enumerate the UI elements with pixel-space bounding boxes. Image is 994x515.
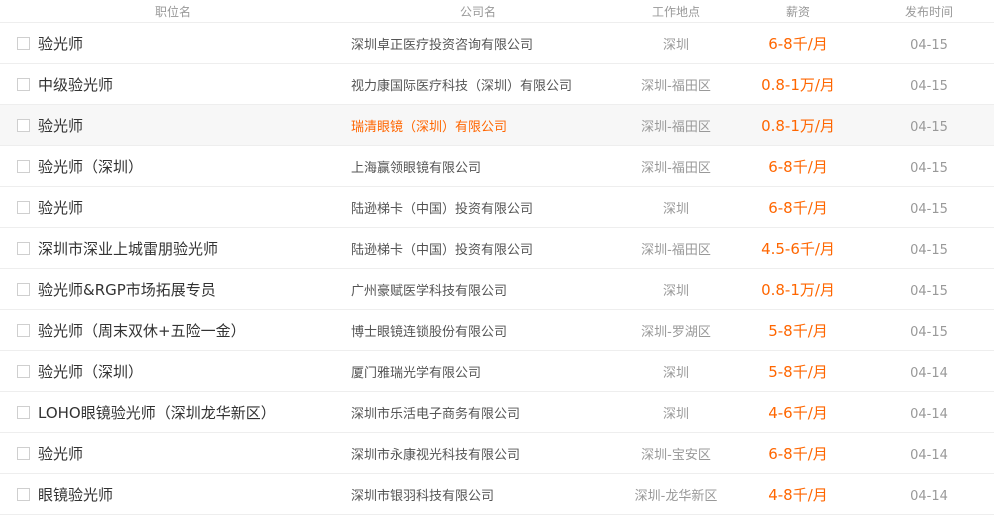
company-link[interactable]: 瑞清眼镜（深圳）有限公司: [345, 120, 507, 135]
table-row[interactable]: 验光师（深圳） 厦门雅瑞光学有限公司 深圳 5-8千/月 04-14: [0, 351, 994, 392]
job-list-table: 职位名 公司名 工作地点 薪资 发布时间 验光师 深圳卓正医疗投资咨询有限公司 …: [0, 0, 994, 515]
post-date: 04-15: [910, 160, 948, 176]
row-checkbox[interactable]: [17, 241, 30, 255]
job-title-link[interactable]: 验光师: [38, 115, 83, 136]
job-title-link[interactable]: 验光师（深圳）: [38, 361, 143, 382]
job-title-link[interactable]: 眼镜验光师: [38, 484, 113, 505]
post-date: 04-14: [910, 365, 948, 381]
job-location: 深圳-宝安区: [641, 447, 711, 463]
job-title-link[interactable]: 验光师&RGP市场拓展专员: [38, 279, 216, 300]
post-date: 04-15: [910, 242, 948, 258]
row-checkbox[interactable]: [17, 200, 30, 214]
job-salary: 0.8-1万/月: [761, 116, 835, 135]
job-title-link[interactable]: 验光师: [38, 33, 83, 54]
post-date: 04-15: [910, 283, 948, 299]
job-location: 深圳: [662, 365, 689, 381]
job-salary: 4.5-6千/月: [761, 239, 835, 258]
company-link[interactable]: 陆逊梯卡（中国）投资有限公司: [345, 202, 533, 217]
job-location: 深圳: [662, 37, 689, 53]
row-checkbox[interactable]: [17, 282, 30, 296]
post-date: 04-15: [910, 119, 948, 135]
table-row-hovered[interactable]: 验光师 瑞清眼镜（深圳）有限公司 深圳-福田区 0.8-1万/月 04-15: [0, 105, 994, 146]
row-checkbox[interactable]: [17, 118, 30, 132]
header-salary: 薪资: [785, 4, 810, 19]
job-title-link[interactable]: 中级验光师: [38, 74, 113, 95]
company-link[interactable]: 博士眼镜连锁股份有限公司: [345, 325, 507, 340]
row-checkbox[interactable]: [17, 405, 30, 419]
table-row[interactable]: LOHO眼镜验光师（深圳龙华新区） 深圳市乐活电子商务有限公司 深圳 4-6千/…: [0, 392, 994, 433]
row-checkbox[interactable]: [17, 446, 30, 460]
job-salary: 4-8千/月: [768, 485, 828, 504]
job-title-link[interactable]: LOHO眼镜验光师（深圳龙华新区）: [38, 402, 276, 423]
row-checkbox[interactable]: [17, 487, 30, 501]
job-title-link[interactable]: 验光师: [38, 443, 83, 464]
header-date: 发布时间: [904, 4, 953, 19]
post-date: 04-15: [910, 37, 948, 53]
row-checkbox[interactable]: [17, 159, 30, 173]
job-salary: 6-8千/月: [768, 444, 828, 463]
post-date: 04-15: [910, 201, 948, 217]
table-row[interactable]: 验光师（周末双休+五险一金） 博士眼镜连锁股份有限公司 深圳-罗湖区 5-8千/…: [0, 310, 994, 351]
post-date: 04-15: [910, 324, 948, 340]
table-row[interactable]: 中级验光师 视力康国际医疗科技（深圳）有限公司 深圳-福田区 0.8-1万/月 …: [0, 64, 994, 105]
job-location: 深圳-龙华新区: [634, 488, 718, 504]
job-title-link[interactable]: 验光师（周末双休+五险一金）: [38, 320, 246, 341]
job-salary: 6-8千/月: [768, 157, 828, 176]
job-location: 深圳: [662, 201, 689, 217]
table-row[interactable]: 验光师（深圳） 上海赢领眼镜有限公司 深圳-福田区 6-8千/月 04-15: [0, 146, 994, 187]
job-location: 深圳-福田区: [641, 78, 711, 94]
job-location: 深圳-福田区: [641, 119, 711, 135]
row-checkbox[interactable]: [17, 36, 30, 50]
table-row[interactable]: 深圳市深业上城雷朋验光师 陆逊梯卡（中国）投资有限公司 深圳-福田区 4.5-6…: [0, 228, 994, 269]
header-position: 职位名: [155, 4, 192, 19]
header-location: 工作地点: [651, 4, 700, 19]
job-salary: 5-8千/月: [768, 321, 828, 340]
job-location: 深圳: [662, 406, 689, 422]
job-location: 深圳-福田区: [641, 242, 711, 258]
row-checkbox[interactable]: [17, 323, 30, 337]
job-location: 深圳-福田区: [641, 160, 711, 176]
company-link[interactable]: 视力康国际医疗科技（深圳）有限公司: [345, 79, 572, 94]
job-salary: 4-6千/月: [768, 403, 828, 422]
table-row[interactable]: 眼镜验光师 深圳市银羽科技有限公司 深圳-龙华新区 4-8千/月 04-14: [0, 474, 994, 515]
company-link[interactable]: 厦门雅瑞光学有限公司: [345, 366, 481, 381]
company-link[interactable]: 广州豪赋医学科技有限公司: [345, 284, 507, 299]
job-title-link[interactable]: 验光师（深圳）: [38, 156, 143, 177]
company-link[interactable]: 深圳市永康视光科技有限公司: [345, 448, 520, 463]
job-salary: 6-8千/月: [768, 34, 828, 53]
job-salary: 0.8-1万/月: [761, 75, 835, 94]
row-checkbox[interactable]: [17, 364, 30, 378]
post-date: 04-14: [910, 406, 948, 422]
job-location: 深圳-罗湖区: [641, 324, 711, 340]
header-company: 公司名: [460, 4, 497, 19]
table-row[interactable]: 验光师 深圳市永康视光科技有限公司 深圳-宝安区 6-8千/月 04-14: [0, 433, 994, 474]
post-date: 04-14: [910, 488, 948, 504]
table-row[interactable]: 验光师&RGP市场拓展专员 广州豪赋医学科技有限公司 深圳 0.8-1万/月 0…: [0, 269, 994, 310]
post-date: 04-14: [910, 447, 948, 463]
table-row[interactable]: 验光师 陆逊梯卡（中国）投资有限公司 深圳 6-8千/月 04-15: [0, 187, 994, 228]
post-date: 04-15: [910, 78, 948, 94]
job-salary: 6-8千/月: [768, 198, 828, 217]
row-checkbox[interactable]: [17, 77, 30, 91]
company-link[interactable]: 上海赢领眼镜有限公司: [345, 161, 481, 176]
company-link[interactable]: 深圳市银羽科技有限公司: [345, 489, 494, 504]
table-header: 职位名 公司名 工作地点 薪资 发布时间: [0, 0, 994, 23]
table-row[interactable]: 验光师 深圳卓正医疗投资咨询有限公司 深圳 6-8千/月 04-15: [0, 23, 994, 64]
job-salary: 5-8千/月: [768, 362, 828, 381]
job-location: 深圳: [662, 283, 689, 299]
company-link[interactable]: 深圳市乐活电子商务有限公司: [345, 407, 520, 422]
company-link[interactable]: 陆逊梯卡（中国）投资有限公司: [345, 243, 533, 258]
job-salary: 0.8-1万/月: [761, 280, 835, 299]
job-title-link[interactable]: 深圳市深业上城雷朋验光师: [38, 238, 218, 259]
company-link[interactable]: 深圳卓正医疗投资咨询有限公司: [345, 38, 533, 53]
job-title-link[interactable]: 验光师: [38, 197, 83, 218]
